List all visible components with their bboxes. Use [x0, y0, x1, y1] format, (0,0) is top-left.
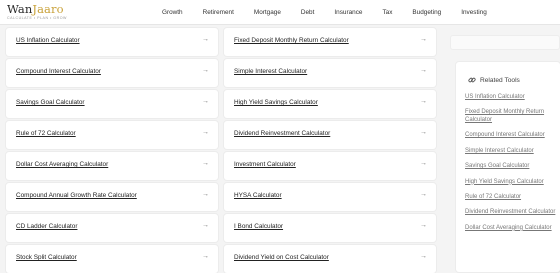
arrow-right-icon: →: [202, 98, 209, 105]
logo-wordmark: WanJaaro: [7, 2, 64, 16]
arrow-right-icon: →: [202, 160, 209, 167]
related-tools-panel: Related Tools US Inflation Calculator Fi…: [456, 62, 560, 272]
nav-item-insurance[interactable]: Insurance: [334, 8, 362, 17]
arrow-right-icon: →: [420, 129, 427, 136]
calculator-card[interactable]: Fixed Deposit Monthly Return Calculator →: [224, 28, 436, 56]
link-icon: [468, 77, 476, 83]
arrow-right-icon: →: [202, 253, 209, 260]
related-tool-link[interactable]: US Inflation Calculator: [465, 94, 557, 102]
calculator-card[interactable]: Simple Interest Calculator →: [224, 59, 436, 87]
calculator-link[interactable]: Fixed Deposit Monthly Return Calculator: [234, 37, 349, 44]
related-tool-link[interactable]: Simple Interest Calculator: [465, 148, 557, 156]
calculator-link[interactable]: Savings Goal Calculator: [16, 99, 85, 106]
arrow-right-icon: →: [202, 191, 209, 198]
related-tool-link[interactable]: Fixed Deposit Monthly Return Calculator: [465, 109, 557, 124]
site-logo[interactable]: WanJaaro CALCULATE • PLAN • GROW: [7, 3, 67, 20]
calculator-card[interactable]: Stock Split Calculator →: [6, 245, 218, 273]
calculator-link[interactable]: Simple Interest Calculator: [234, 68, 307, 75]
arrow-right-icon: →: [202, 129, 209, 136]
arrow-right-icon: →: [420, 253, 427, 260]
arrow-right-icon: →: [420, 36, 427, 43]
calculator-card[interactable]: Dividend Reinvestment Calculator →: [224, 121, 436, 149]
nav-item-investing[interactable]: Investing: [461, 8, 487, 17]
related-tool-link[interactable]: Dividend Reinvestment Calculator: [465, 209, 557, 217]
arrow-right-icon: →: [202, 36, 209, 43]
calculator-link[interactable]: CD Ladder Calculator: [16, 223, 77, 230]
arrow-right-icon: →: [420, 191, 427, 198]
calculator-card[interactable]: CD Ladder Calculator →: [6, 214, 218, 242]
related-tool-link[interactable]: High Yield Savings Calculator: [465, 179, 557, 187]
calculator-card[interactable]: US Inflation Calculator →: [6, 28, 218, 56]
calculator-card[interactable]: Investment Calculator →: [224, 152, 436, 180]
sidebar-top-panel: [450, 35, 560, 50]
main-nav: Growth Retirement Mortgage Debt Insuranc…: [162, 8, 507, 17]
related-tool-link[interactable]: Rule of 72 Calculator: [465, 194, 557, 202]
calculator-link[interactable]: Dividend Yield on Cost Calculator: [234, 254, 329, 261]
calculator-link[interactable]: HYSA Calculator: [234, 192, 282, 199]
arrow-right-icon: →: [202, 67, 209, 74]
calculator-card[interactable]: Dollar Cost Averaging Calculator →: [6, 152, 218, 180]
top-navigation-bar: WanJaaro CALCULATE • PLAN • GROW Growth …: [0, 0, 560, 25]
related-tool-link[interactable]: Savings Goal Calculator: [465, 163, 557, 171]
calculator-link[interactable]: Dollar Cost Averaging Calculator: [16, 161, 108, 168]
arrow-right-icon: →: [420, 67, 427, 74]
arrow-right-icon: →: [420, 222, 427, 229]
calculator-card[interactable]: Compound Annual Growth Rate Calculator →: [6, 183, 218, 211]
calculator-link[interactable]: High Yield Savings Calculator: [234, 99, 318, 106]
logo-tagline: CALCULATE • PLAN • GROW: [7, 16, 67, 20]
nav-item-tax[interactable]: Tax: [382, 8, 392, 17]
arrow-right-icon: →: [420, 160, 427, 167]
calculator-link[interactable]: Dividend Reinvestment Calculator: [234, 130, 330, 137]
nav-item-growth[interactable]: Growth: [162, 8, 183, 17]
calculator-link[interactable]: Compound Annual Growth Rate Calculator: [16, 192, 137, 199]
related-tool-link[interactable]: Compound Interest Calculator: [465, 132, 557, 140]
calculator-card[interactable]: Savings Goal Calculator →: [6, 90, 218, 118]
related-tool-link[interactable]: Dollar Cost Averaging Calculator: [465, 225, 557, 233]
calculator-link[interactable]: US Inflation Calculator: [16, 37, 80, 44]
calculator-card[interactable]: HYSA Calculator →: [224, 183, 436, 211]
calculator-link[interactable]: Stock Split Calculator: [16, 254, 77, 261]
related-tools-title: Related Tools: [480, 76, 520, 84]
arrow-right-icon: →: [420, 98, 427, 105]
calculator-card[interactable]: High Yield Savings Calculator →: [224, 90, 436, 118]
calculator-link[interactable]: Rule of 72 Calculator: [16, 130, 76, 137]
calculator-card[interactable]: Rule of 72 Calculator →: [6, 121, 218, 149]
calculator-card[interactable]: Compound Interest Calculator →: [6, 59, 218, 87]
arrow-right-icon: →: [202, 222, 209, 229]
nav-item-mortgage[interactable]: Mortgage: [254, 8, 281, 17]
nav-item-retirement[interactable]: Retirement: [203, 8, 234, 17]
calculator-link[interactable]: Investment Calculator: [234, 161, 296, 168]
nav-item-debt[interactable]: Debt: [301, 8, 315, 17]
calculator-card[interactable]: Dividend Yield on Cost Calculator →: [224, 245, 436, 273]
related-tools-list: US Inflation Calculator Fixed Deposit Mo…: [465, 94, 557, 240]
related-tools-heading: Related Tools: [468, 76, 520, 84]
calculator-link[interactable]: Compound Interest Calculator: [16, 68, 101, 75]
calculator-card[interactable]: I Bond Calculator →: [224, 214, 436, 242]
calculator-link[interactable]: I Bond Calculator: [234, 223, 283, 230]
nav-item-budgeting[interactable]: Budgeting: [412, 8, 441, 17]
